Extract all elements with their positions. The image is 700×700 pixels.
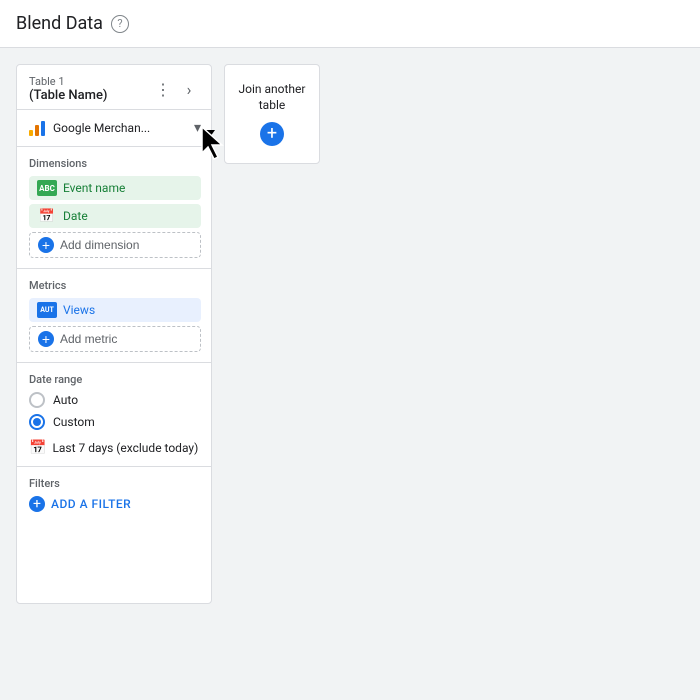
date-display-text: Last 7 days (exclude today) <box>52 441 198 455</box>
date-display: 📅 Last 7 days (exclude today) <box>29 436 201 460</box>
more-options-icon[interactable]: ⋮ <box>151 77 175 101</box>
add-dimension-button[interactable]: + Add dimension <box>29 232 201 258</box>
dimension-chip-event-name[interactable]: ABC Event name <box>29 176 201 200</box>
dimension-label-event-name: Event name <box>63 181 125 195</box>
data-source-icon <box>27 118 47 138</box>
cards-row: Table 1 (Table Name) ⋮ › Google Merchan.… <box>16 64 320 604</box>
help-icon[interactable]: ? <box>111 15 129 33</box>
calendar-icon: 📅 <box>37 208 57 224</box>
abc-icon: ABC <box>37 180 57 196</box>
data-source-selector[interactable]: Google Merchan... ▾ <box>17 110 211 147</box>
page-title: Blend Data <box>16 13 103 34</box>
add-filter-button[interactable]: + ADD A FILTER <box>29 496 201 512</box>
main-area: Table 1 (Table Name) ⋮ › Google Merchan.… <box>0 48 700 620</box>
table-card-header: Table 1 (Table Name) ⋮ › <box>17 65 211 110</box>
join-plus-icon: + <box>260 122 284 146</box>
table1-card: Table 1 (Table Name) ⋮ › Google Merchan.… <box>16 64 212 604</box>
auto-radio-label: Auto <box>53 393 78 407</box>
add-metric-button[interactable]: + Add metric <box>29 326 201 352</box>
table-name: (Table Name) <box>29 88 107 103</box>
filters-section: Filters + ADD A FILTER <box>17 466 211 522</box>
metrics-label: Metrics <box>29 279 201 292</box>
custom-radio-circle <box>29 414 45 430</box>
auto-radio-circle <box>29 392 45 408</box>
dimension-label-date: Date <box>63 209 88 223</box>
add-filter-plus-icon: + <box>29 496 45 512</box>
metric-label-views: Views <box>63 303 95 317</box>
add-dimension-label: Add dimension <box>60 238 139 252</box>
add-filter-label: ADD A FILTER <box>51 497 131 511</box>
custom-radio-option[interactable]: Custom <box>29 414 201 430</box>
data-source-name: Google Merchan... <box>53 121 188 135</box>
dimension-chip-date[interactable]: 📅 Date <box>29 204 201 228</box>
table-label: Table 1 <box>29 75 107 88</box>
date-calendar-icon: 📅 <box>29 440 46 456</box>
table-title-block: Table 1 (Table Name) <box>29 75 107 103</box>
add-metric-label: Add metric <box>60 332 117 346</box>
add-metric-plus-icon: + <box>38 331 54 347</box>
metric-chip-views[interactable]: AUT Views <box>29 298 201 322</box>
join-another-table-card[interactable]: Join another table + <box>224 64 320 164</box>
dimensions-label: Dimensions <box>29 157 201 170</box>
date-range-section: Date range Auto Custom 📅 Last 7 days (ex… <box>17 362 211 466</box>
add-dimension-plus-icon: + <box>38 237 54 253</box>
aut-icon: AUT <box>37 302 57 318</box>
chevron-down-icon: ▾ <box>194 120 201 136</box>
expand-icon[interactable]: › <box>177 77 201 101</box>
page-header: Blend Data ? <box>0 0 700 48</box>
auto-radio-option[interactable]: Auto <box>29 392 201 408</box>
custom-radio-label: Custom <box>53 415 95 429</box>
date-range-label: Date range <box>29 373 201 386</box>
dimensions-section: Dimensions ABC Event name 📅 Date + Add d… <box>17 147 211 268</box>
join-table-text: Join another table <box>239 82 306 113</box>
metrics-section: Metrics AUT Views + Add metric <box>17 268 211 362</box>
filters-label: Filters <box>29 477 201 490</box>
table-header-icons: ⋮ › <box>151 77 201 101</box>
